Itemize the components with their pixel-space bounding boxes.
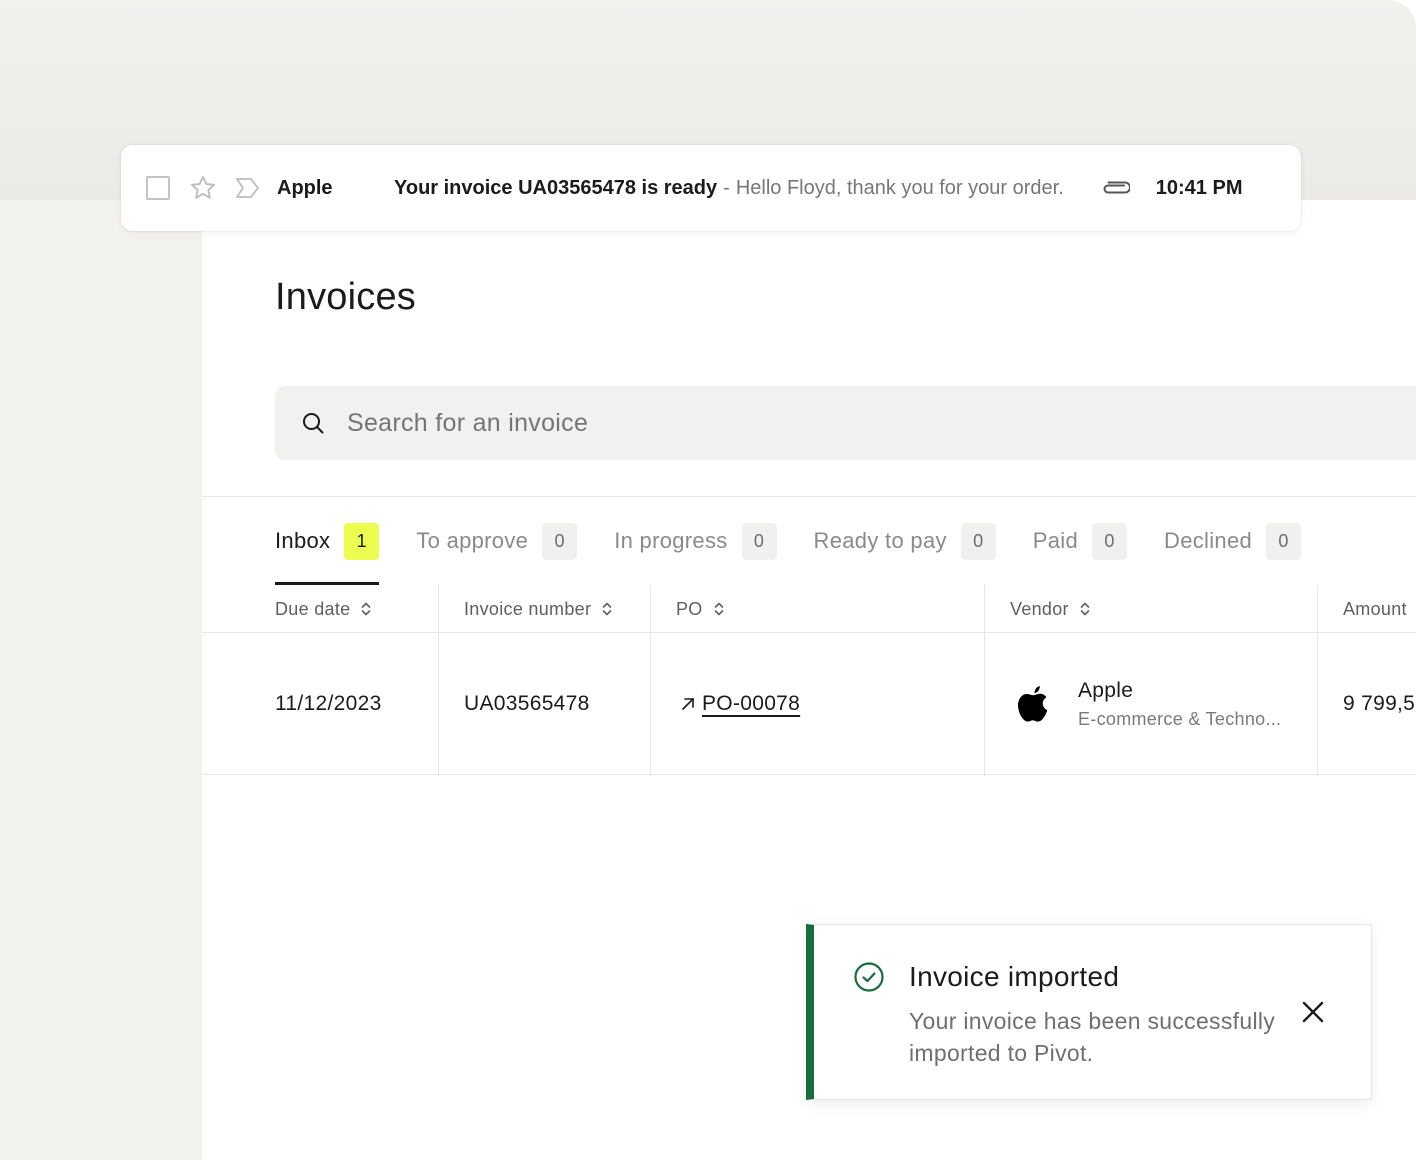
tab-label: To approve (416, 528, 529, 553)
stage-background: Invoices Inbox 1 To approve 0 In progres… (0, 0, 1416, 1160)
sort-icon (362, 602, 371, 616)
sort-icon (714, 602, 723, 616)
vendor-category: E-commerce & Techno... (1078, 708, 1282, 729)
close-icon[interactable] (1300, 999, 1326, 1025)
invoices-table: Due date Invoice number PO Vendor Amount (202, 585, 1416, 776)
tab-count-badge: 1 (344, 522, 380, 560)
email-checkbox[interactable] (146, 176, 170, 200)
tab-inbox[interactable]: Inbox 1 (275, 497, 380, 585)
column-header-label: Invoice number (464, 598, 592, 619)
tab-paid[interactable]: Paid 0 (1032, 497, 1128, 585)
column-header-label: Due date (275, 598, 351, 619)
status-tabs: Inbox 1 To approve 0 In progress 0 Ready… (275, 497, 1338, 585)
column-header-label: Vendor (1010, 598, 1069, 619)
column-header-vendor[interactable]: Vendor (1010, 585, 1091, 633)
cell-amount: 9 799,5 (1343, 692, 1416, 715)
column-header-label: Amount (1343, 598, 1407, 619)
cell-po: PO-00078 (680, 633, 800, 775)
tab-in-progress[interactable]: In progress 0 (614, 497, 777, 585)
star-icon[interactable] (189, 174, 217, 202)
tab-label: Declined (1164, 528, 1253, 553)
external-link-arrow-icon (682, 698, 694, 710)
tab-label: Ready to pay (813, 528, 947, 553)
vendor-name: Apple (1078, 678, 1134, 702)
search-input[interactable] (347, 408, 1247, 438)
email-sender: Apple (277, 176, 333, 199)
tab-count-badge: 0 (741, 522, 777, 560)
tab-ready-to-pay[interactable]: Ready to pay 0 (814, 497, 996, 585)
cell-due-date: 11/12/2023 (275, 692, 382, 715)
email-notification[interactable]: Apple Your invoice UA03565478 is ready -… (121, 145, 1301, 231)
toast-notification: Invoice imported Your invoice has been s… (806, 924, 1372, 1100)
cell-invoice-number: UA03565478 (464, 692, 590, 715)
importance-marker-icon[interactable] (235, 176, 261, 200)
sort-icon (602, 602, 612, 616)
table-header: Due date Invoice number PO Vendor Amount (202, 585, 1416, 633)
tab-count-badge: 0 (542, 522, 578, 560)
vendor-info: Apple E-commerce & Techno... (1078, 679, 1281, 730)
page-title: Invoices (275, 276, 417, 318)
toast-message: Your invoice has been successfully impor… (909, 1008, 1276, 1066)
cell-vendor: Apple E-commerce & Techno... (1016, 633, 1281, 775)
table-row[interactable]: 11/12/2023 UA03565478 PO-00078 Apple E-c… (202, 633, 1416, 775)
tab-label: Paid (1032, 528, 1079, 553)
tab-count-badge: 0 (960, 522, 996, 560)
toast-title: Invoice imported (909, 961, 1120, 992)
tab-label: In progress (614, 528, 728, 553)
tab-declined[interactable]: Declined 0 (1164, 497, 1302, 585)
column-header-due-date[interactable]: Due date (275, 585, 372, 633)
sort-icon (1080, 602, 1090, 616)
email-time: 10:41 PM (1155, 176, 1243, 199)
success-check-icon (854, 962, 884, 992)
tab-to-approve[interactable]: To approve 0 (416, 497, 578, 585)
apple-logo-icon (1018, 686, 1048, 722)
search-icon (303, 413, 324, 434)
tab-count-badge: 0 (1266, 522, 1302, 560)
column-header-label: PO (676, 598, 703, 619)
tab-count-badge: 0 (1092, 522, 1128, 560)
attachment-icon (1103, 181, 1130, 194)
email-snippet: Hello Floyd, thank you for your order. (735, 176, 1064, 199)
email-separator: - (723, 176, 730, 199)
po-link[interactable]: PO-00078 (702, 692, 800, 716)
column-header-amount[interactable]: Amount (1343, 585, 1407, 633)
column-header-po[interactable]: PO (676, 585, 725, 633)
email-subject: Your invoice UA03565478 is ready (394, 176, 718, 199)
column-header-invoice-number[interactable]: Invoice number (464, 585, 613, 633)
search-bar[interactable] (275, 386, 1416, 460)
tab-label: Inbox (275, 528, 331, 553)
